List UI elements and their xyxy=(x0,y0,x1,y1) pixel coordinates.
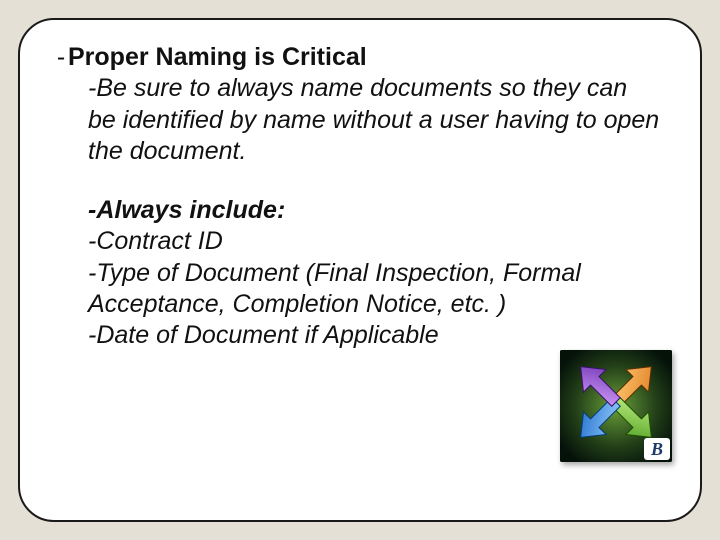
include-item: -Contract ID xyxy=(88,226,660,257)
heading-line: -Proper Naming is Critical xyxy=(54,42,660,73)
content-card: -Proper Naming is Critical -Be sure to a… xyxy=(18,18,702,522)
brand-badge: B xyxy=(644,438,670,460)
include-heading: -Always include: xyxy=(88,195,660,226)
heading-dash: - xyxy=(54,42,68,73)
heading-title: Proper Naming is Critical xyxy=(68,43,367,71)
include-item: -Date of Document if Applicable xyxy=(88,320,660,351)
decorative-logo: B xyxy=(560,350,672,462)
body-paragraph-1: -Be sure to always name documents so the… xyxy=(88,73,660,167)
include-heading-text: -Always include: xyxy=(88,196,285,224)
include-block: -Always include: -Contract ID -Type of D… xyxy=(54,195,660,351)
include-item: -Type of Document (Final Inspection, For… xyxy=(88,258,660,321)
